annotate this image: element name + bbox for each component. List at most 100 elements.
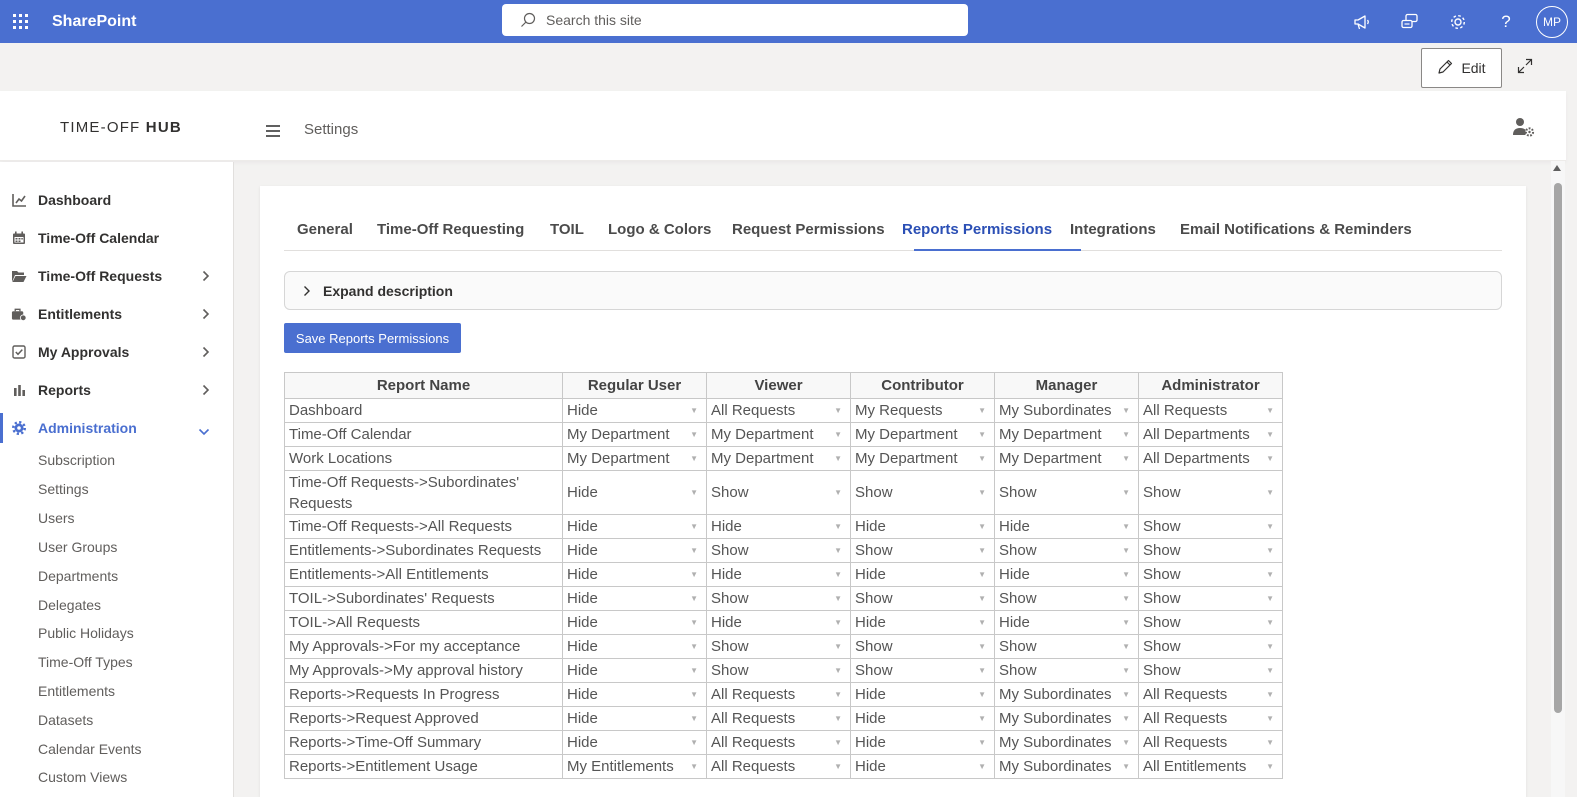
sidebar-subitem-subscription[interactable]: Subscription [38,452,115,468]
permission-select[interactable]: My Department ▼ [994,446,1139,471]
sidebar-subitem-calendar-events[interactable]: Calendar Events [38,741,142,757]
permission-select[interactable]: All Requests ▼ [706,730,851,755]
scroll-up-arrow-icon[interactable] [1553,165,1561,171]
avatar[interactable]: MP [1536,5,1568,38]
permission-select[interactable]: Show ▼ [994,586,1139,611]
permission-select[interactable]: Show ▼ [994,658,1139,683]
permission-select[interactable]: Show ▼ [706,634,851,659]
permission-select[interactable]: Show ▼ [1138,562,1283,587]
scrollbar-thumb[interactable] [1554,183,1562,713]
menu-toggle-icon[interactable] [264,122,282,140]
permission-select[interactable]: My Department ▼ [994,422,1139,447]
permission-select[interactable]: All Requests ▼ [1138,398,1283,423]
permission-select[interactable]: Show ▼ [1138,610,1283,635]
tab-reports-permissions[interactable]: Reports Permissions [902,221,1052,238]
permission-select[interactable]: Show ▼ [850,538,995,563]
sidebar-subitem-users[interactable]: Users [38,510,75,526]
permission-select[interactable]: Hide ▼ [850,514,995,539]
page-scrollbar[interactable] [1551,161,1565,797]
permission-select[interactable]: My Department ▼ [562,422,707,447]
permission-select[interactable]: Hide ▼ [706,610,851,635]
expand-description-toggle[interactable]: Expand description [284,271,1502,310]
save-reports-permissions-button[interactable]: Save Reports Permissions [284,323,461,353]
tab-email-notifications[interactable]: Email Notifications & Reminders [1180,221,1412,238]
tab-integrations[interactable]: Integrations [1070,221,1156,238]
permission-select[interactable]: My Department ▼ [706,446,851,471]
permission-select[interactable]: All Departments ▼ [1138,422,1283,447]
permission-select[interactable]: My Department ▼ [706,422,851,447]
permission-select[interactable]: Show ▼ [1138,634,1283,659]
permission-select[interactable]: Hide ▼ [562,706,707,731]
sidebar-subitem-time-off-types[interactable]: Time-Off Types [38,654,133,670]
app-launcher-button[interactable] [1,0,39,43]
tab-toil[interactable]: TOIL [550,221,584,238]
permission-select[interactable]: All Requests ▼ [706,706,851,731]
permission-select[interactable]: Show ▼ [850,658,995,683]
permission-select[interactable]: All Requests ▼ [1138,730,1283,755]
permission-select[interactable]: My Department ▼ [850,422,995,447]
permission-select[interactable]: Hide ▼ [850,730,995,755]
permission-select[interactable]: Show ▼ [994,470,1139,515]
permission-select[interactable]: Hide ▼ [706,514,851,539]
permission-select[interactable]: Hide ▼ [562,586,707,611]
permission-select[interactable]: Hide ▼ [994,514,1139,539]
permission-select[interactable]: My Department ▼ [850,446,995,471]
settings-gear-icon[interactable] [1434,0,1482,43]
permission-select[interactable]: All Departments ▼ [1138,446,1283,471]
permission-select[interactable]: My Subordinates ▼ [994,682,1139,707]
permission-select[interactable]: All Requests ▼ [706,754,851,779]
permission-select[interactable]: My Subordinates ▼ [994,754,1139,779]
sidebar-item-entitlements[interactable]: Entitlements [0,296,234,332]
permission-select[interactable]: Hide ▼ [562,658,707,683]
sidebar-subitem-entitlements[interactable]: Entitlements [38,683,115,699]
sidebar-item-time-off-requests[interactable]: Time-Off Requests [0,258,234,294]
permission-select[interactable]: Hide ▼ [562,634,707,659]
sidebar-item-administration[interactable]: Administration [0,410,234,446]
search-input[interactable]: Search this site [502,4,968,36]
sidebar-subitem-custom-views[interactable]: Custom Views [38,769,127,785]
chat-icon[interactable] [1386,0,1434,43]
permission-select[interactable]: My Subordinates ▼ [994,398,1139,423]
brand-title[interactable]: SharePoint [52,13,136,31]
permission-select[interactable]: My Requests ▼ [850,398,995,423]
permission-select[interactable]: Show ▼ [994,634,1139,659]
permission-select[interactable]: Show ▼ [706,538,851,563]
permission-select[interactable]: My Department ▼ [562,446,707,471]
tab-general[interactable]: General [297,221,353,238]
permission-select[interactable]: All Entitlements ▼ [1138,754,1283,779]
permission-select[interactable]: Show ▼ [706,586,851,611]
permission-select[interactable]: Show ▼ [706,470,851,515]
permission-select[interactable]: Hide ▼ [562,610,707,635]
permission-select[interactable]: Hide ▼ [994,562,1139,587]
permission-select[interactable]: Show ▼ [706,658,851,683]
sidebar-subitem-departments[interactable]: Departments [38,568,118,584]
sidebar-item-my-approvals[interactable]: My Approvals [0,334,234,370]
sidebar-subitem-settings[interactable]: Settings [38,481,89,497]
permission-select[interactable]: Hide ▼ [562,562,707,587]
permission-select[interactable]: All Requests ▼ [706,682,851,707]
sidebar-item-time-off-calendar[interactable]: Time-Off Calendar [0,220,234,256]
permission-select[interactable]: Show ▼ [1138,658,1283,683]
permission-select[interactable]: All Requests ▼ [1138,682,1283,707]
permission-select[interactable]: Hide ▼ [706,562,851,587]
permission-select[interactable]: Show ▼ [850,634,995,659]
permission-select[interactable]: Hide ▼ [850,610,995,635]
permission-select[interactable]: Hide ▼ [562,682,707,707]
user-settings-icon[interactable] [1512,116,1536,138]
tab-time-off-requesting[interactable]: Time-Off Requesting [377,221,524,238]
permission-select[interactable]: Show ▼ [1138,514,1283,539]
sidebar-subitem-datasets[interactable]: Datasets [38,712,93,728]
permission-select[interactable]: Show ▼ [1138,470,1283,515]
permission-select[interactable]: Show ▼ [1138,538,1283,563]
megaphone-icon[interactable] [1338,0,1386,43]
permission-select[interactable]: My Entitlements ▼ [562,754,707,779]
edit-button[interactable]: Edit [1421,48,1502,88]
permission-select[interactable]: Hide ▼ [562,470,707,515]
permission-select[interactable]: All Requests ▼ [706,398,851,423]
permission-select[interactable]: Hide ▼ [562,398,707,423]
sidebar-item-reports[interactable]: Reports [0,372,234,408]
permission-select[interactable]: Hide ▼ [850,706,995,731]
sidebar-subitem-delegates[interactable]: Delegates [38,597,101,613]
permission-select[interactable]: My Subordinates ▼ [994,706,1139,731]
app-logo[interactable]: TIME-OFF HUB [60,119,182,136]
